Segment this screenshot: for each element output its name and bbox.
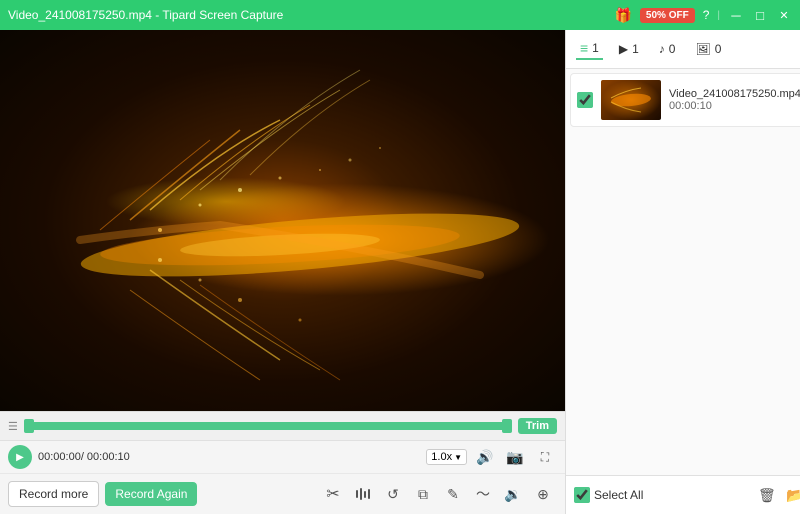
file-list: Video_241008175250.mp4 00:00:10	[566, 69, 800, 475]
folder-icon[interactable]: 📂	[782, 482, 800, 508]
file-item: Video_241008175250.mp4 00:00:10	[570, 73, 800, 127]
record-more-button[interactable]: Record more	[8, 481, 99, 507]
promo-badge[interactable]: 50% OFF	[640, 8, 695, 23]
select-all-label[interactable]: Select All	[594, 488, 643, 502]
video-count: 1	[632, 42, 639, 56]
file-info: Video_241008175250.mp4 00:00:10	[669, 88, 800, 112]
video-preview	[0, 30, 565, 411]
file-thumbnail	[601, 80, 661, 120]
tool-icons: ✂ ↺ ⧉ ✎	[319, 480, 557, 508]
file-name: Video_241008175250.mp4	[669, 88, 800, 100]
tab-list[interactable]: ≡ 1	[576, 38, 603, 60]
right-panel: ≡ 1 ▶ 1 ♪ 0 🖼 0	[565, 30, 800, 514]
tab-image[interactable]: 🖼 0	[691, 40, 725, 58]
right-tool-icons: 🗑 📂 ⬛	[754, 482, 800, 508]
audio-tab-icon: ♪	[659, 42, 665, 56]
equalizer-icon[interactable]	[349, 480, 377, 508]
time-display: 00:00:00/ 00:00:10	[38, 451, 130, 463]
speed-selector[interactable]: 1.0x ▼	[426, 449, 467, 465]
select-all-area: Select All	[574, 487, 643, 503]
tab-bar: ≡ 1 ▶ 1 ♪ 0 🖼 0	[566, 30, 800, 69]
audio-count: 0	[669, 42, 676, 56]
speed-dropdown-icon: ▼	[454, 453, 462, 462]
bottom-controls: ☰ Trim ▶ 00:00:00/ 00:00:10 1.0x ▼ �	[0, 411, 565, 514]
more-icon[interactable]: ⊕	[529, 480, 557, 508]
scissors-icon[interactable]: ✂	[319, 480, 347, 508]
list-count: 1	[592, 41, 599, 55]
record-again-button[interactable]: Record Again	[105, 482, 197, 506]
app-title: Video_241008175250.mp4 - Tipard Screen C…	[8, 8, 283, 22]
select-all-checkbox[interactable]	[574, 487, 590, 503]
gift-icon: 🎁	[614, 7, 631, 24]
fullscreen-icon[interactable]: ⛶	[533, 445, 557, 469]
file-checkbox[interactable]	[577, 92, 593, 108]
file-duration: 00:00:10	[669, 100, 800, 112]
tab-video[interactable]: ▶ 1	[615, 40, 643, 58]
left-panel: ☰ Trim ▶ 00:00:00/ 00:00:10 1.0x ▼ �	[0, 30, 565, 514]
speed-value: 1.0x	[431, 451, 452, 463]
volume-icon[interactable]: 🔊	[473, 445, 497, 469]
trim-button[interactable]: Trim	[518, 418, 557, 434]
trim-track[interactable]	[24, 422, 512, 430]
maximize-button[interactable]: □	[752, 7, 768, 23]
minimize-button[interactable]: －	[728, 7, 744, 23]
help-icon[interactable]: ?	[703, 8, 710, 22]
copy-icon[interactable]: ⧉	[409, 480, 437, 508]
camera-icon[interactable]: 📷	[503, 445, 527, 469]
playback-bar: ▶ 00:00:00/ 00:00:10 1.0x ▼ 🔊 📷 ⛶	[0, 441, 565, 473]
trim-handle-right[interactable]	[502, 419, 512, 433]
separator: |	[717, 10, 720, 21]
trim-bar: ☰ Trim	[0, 412, 565, 441]
edit-icon[interactable]: ✎	[439, 480, 467, 508]
volume-adjust-icon[interactable]: 🔉	[499, 480, 527, 508]
video-tab-icon: ▶	[619, 42, 628, 56]
action-bar: Record more Record Again ✂	[0, 473, 565, 514]
play-icon: ▶	[16, 452, 24, 463]
spark-particles	[0, 30, 565, 411]
delete-icon[interactable]: 🗑	[754, 482, 780, 508]
rotate-icon[interactable]: ↺	[379, 480, 407, 508]
list-icon: ≡	[580, 40, 588, 56]
play-button[interactable]: ▶	[8, 445, 32, 469]
close-button[interactable]: ✕	[776, 7, 792, 23]
tab-audio[interactable]: ♪ 0	[655, 40, 680, 58]
trim-handle-left[interactable]	[24, 419, 34, 433]
image-count: 0	[715, 42, 722, 56]
image-tab-icon: 🖼	[695, 42, 710, 56]
right-bottom-bar: Select All 🗑 📂 ⬛	[566, 475, 800, 514]
audio-icon[interactable]: 〜	[469, 480, 497, 508]
promo-label: 50% OFF	[646, 10, 689, 21]
title-bar: Video_241008175250.mp4 - Tipard Screen C…	[0, 0, 800, 30]
